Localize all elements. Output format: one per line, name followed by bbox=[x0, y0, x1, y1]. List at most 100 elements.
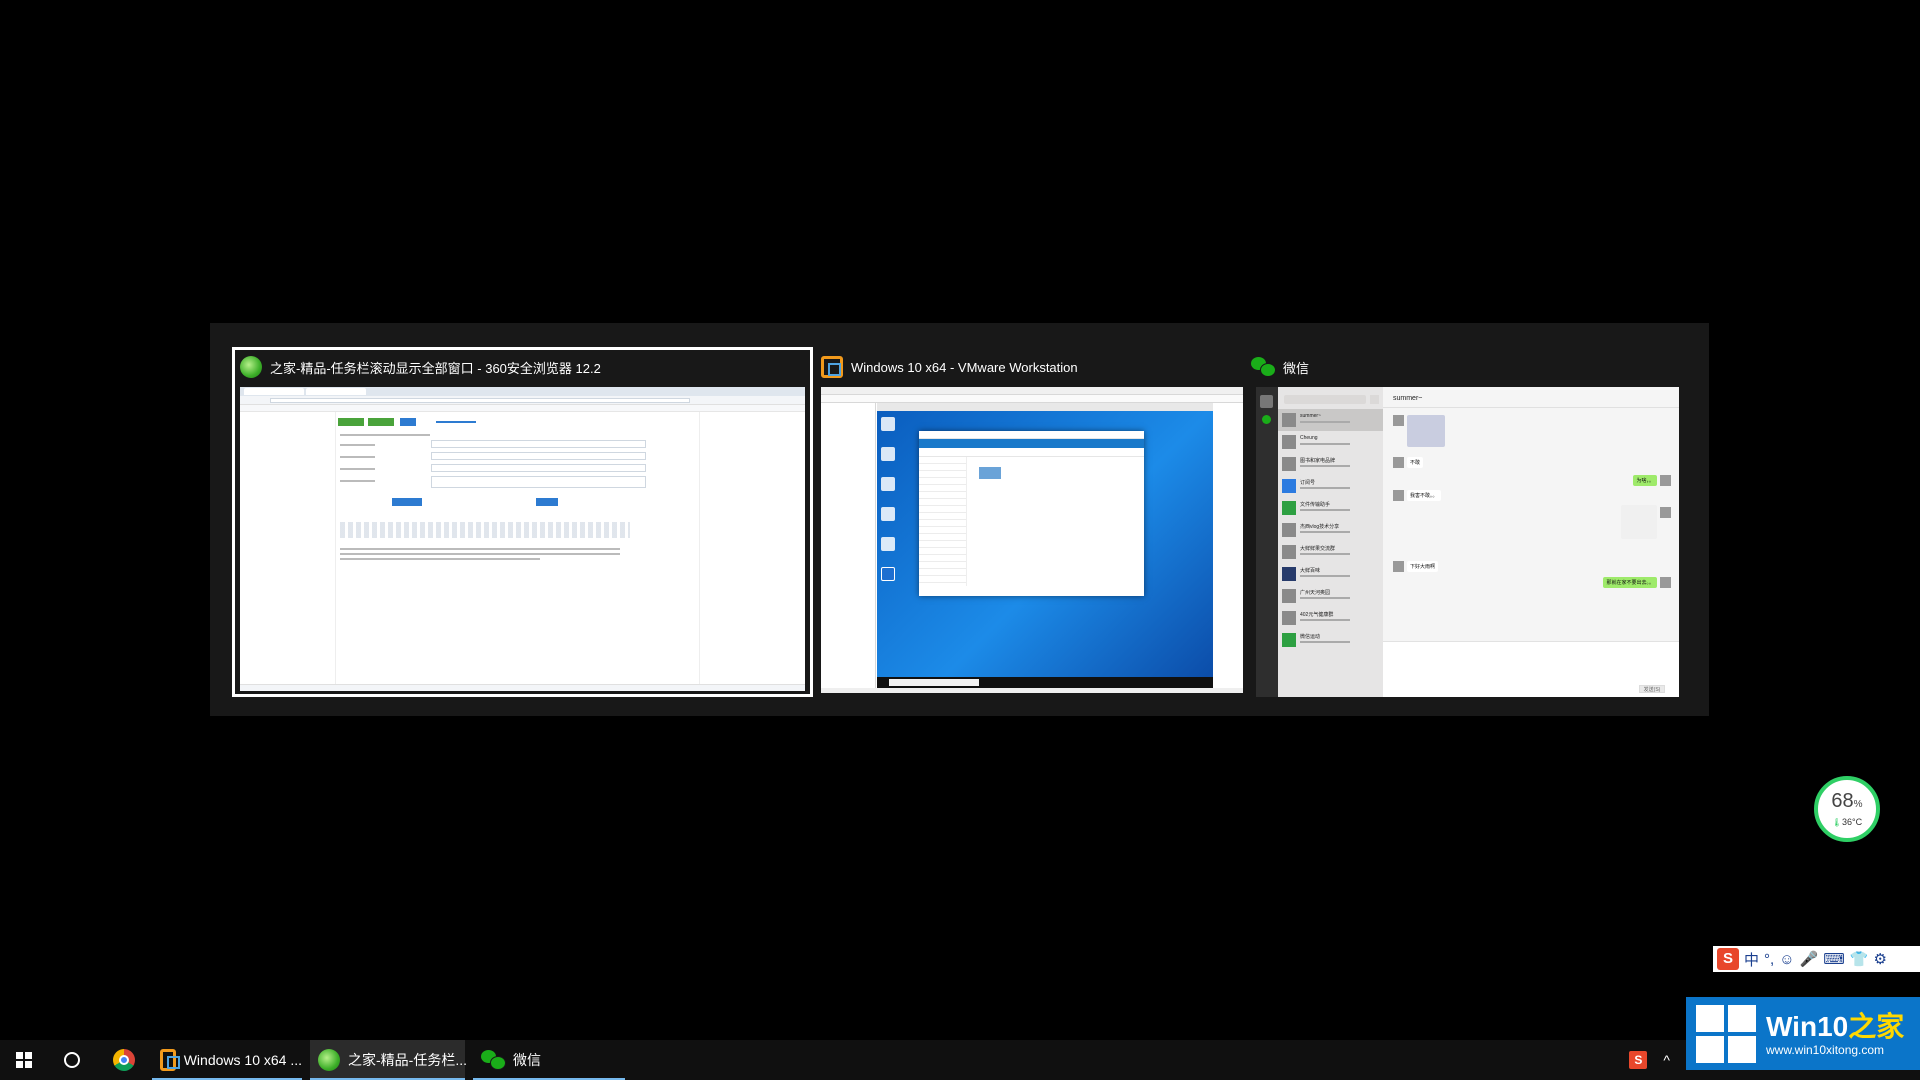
wechat-icon bbox=[481, 1050, 506, 1070]
emoji-icon[interactable]: ☺ bbox=[1779, 951, 1794, 968]
taskbar: Windows 10 x64 ... 之家-精品-任务栏... 微信 S ^ bbox=[0, 1040, 1920, 1080]
contact-name: 文件传输助手 bbox=[1300, 502, 1331, 508]
browser-bookmarks-bar bbox=[240, 405, 805, 412]
windows-logo-icon bbox=[1696, 1004, 1758, 1063]
edge-icon bbox=[881, 567, 895, 581]
avatar bbox=[1393, 457, 1404, 468]
editor-field bbox=[431, 464, 646, 472]
watermark-url: www.win10xitong.com bbox=[1766, 1042, 1885, 1057]
wechat-nav-bar bbox=[1256, 387, 1278, 697]
sogou-icon[interactable]: S bbox=[1717, 948, 1739, 970]
keyboard-icon[interactable]: ⌨ bbox=[1823, 950, 1845, 968]
avatar bbox=[1393, 490, 1404, 501]
skin-icon[interactable]: 👕 bbox=[1850, 950, 1869, 968]
list-item: 402元气健康群 bbox=[1278, 607, 1383, 629]
avatar bbox=[1282, 413, 1296, 427]
editor-field bbox=[431, 476, 646, 488]
list-item: 图书和家电品牌 bbox=[1278, 453, 1383, 475]
contact-name: 订阅号 bbox=[1300, 480, 1316, 486]
cortana-icon bbox=[64, 1052, 80, 1068]
switcher-item-header: 微信 bbox=[1251, 352, 1309, 382]
editor-label bbox=[340, 456, 375, 458]
contact-name: summer~ bbox=[1300, 413, 1321, 419]
avatar bbox=[1660, 475, 1671, 486]
ime-punctuation[interactable]: °, bbox=[1764, 951, 1774, 968]
guest-search-box bbox=[889, 679, 979, 686]
message-bubble: 不敢 bbox=[1407, 457, 1424, 468]
switcher-item-title: 微信 bbox=[1283, 360, 1310, 376]
list-item: Cheung bbox=[1278, 431, 1383, 453]
switcher-item-title: Windows 10 x64 - VMware Workstation bbox=[851, 359, 1078, 375]
switcher-item-title: 之家-精品-任务栏滚动显示全部窗口 - 360安全浏览器 12.2 bbox=[270, 360, 601, 376]
start-button[interactable] bbox=[0, 1040, 48, 1080]
search-input bbox=[1284, 395, 1366, 404]
contact-name: Cheung bbox=[1300, 435, 1318, 441]
list-item: 订阅号 bbox=[1278, 475, 1383, 497]
contact-name: 广州天河奥园 bbox=[1300, 590, 1331, 596]
desktop-icon bbox=[881, 417, 895, 431]
switcher-item-browser[interactable]: 之家-精品-任务栏滚动显示全部窗口 - 360安全浏览器 12.2 bbox=[232, 347, 813, 697]
editor-button bbox=[400, 418, 416, 426]
vmware-icon bbox=[160, 1049, 180, 1071]
taskbar-app-vmware[interactable]: Windows 10 x64 ... bbox=[152, 1040, 302, 1080]
list-item: 微信运动 bbox=[1278, 629, 1383, 651]
desktop-icon bbox=[881, 537, 895, 551]
avatar bbox=[1260, 395, 1273, 408]
show-hidden-icons-button[interactable]: ^ bbox=[1663, 1052, 1670, 1068]
switcher-item-header: 之家-精品-任务栏滚动显示全部窗口 - 360安全浏览器 12.2 bbox=[240, 352, 601, 382]
editor-insert-button bbox=[392, 498, 422, 506]
avatar bbox=[1282, 457, 1296, 471]
vmware-tab-strip bbox=[877, 403, 1213, 411]
contact-name: 大鲜鲜果交流群 bbox=[1300, 546, 1336, 552]
avatar bbox=[1282, 611, 1296, 625]
panda-sticker bbox=[1621, 505, 1657, 539]
wechat-icon bbox=[1251, 357, 1276, 377]
avatar bbox=[1660, 507, 1671, 518]
editor-link bbox=[436, 421, 476, 423]
cortana-button[interactable] bbox=[48, 1040, 96, 1080]
explorer-nav-pane bbox=[919, 457, 967, 586]
hardware-monitor-widget[interactable]: 68% 36°C bbox=[1814, 776, 1880, 842]
vmware-status-bar bbox=[821, 688, 1243, 693]
avatar bbox=[1393, 561, 1404, 572]
windows-icon bbox=[16, 1052, 32, 1068]
ime-mode-chinese[interactable]: 中 bbox=[1744, 949, 1759, 970]
file-explorer-window bbox=[919, 431, 1144, 596]
message-bubble: 那就在家不要出去。。 bbox=[1603, 577, 1657, 588]
360-browser-icon bbox=[318, 1049, 340, 1071]
alt-tab-switcher: 之家-精品-任务栏滚动显示全部窗口 - 360安全浏览器 12.2 Window… bbox=[210, 323, 1709, 716]
list-item: 杰西vlog技术分享 bbox=[1278, 519, 1383, 541]
editor-label bbox=[340, 444, 375, 446]
taskbar-app-label: 之家-精品-任务栏... bbox=[348, 1052, 467, 1068]
message-bubble: 我害不敢。。 bbox=[1407, 490, 1441, 501]
contact-name: 杰西vlog技术分享 bbox=[1300, 524, 1340, 530]
vmware-library-panel bbox=[821, 403, 876, 688]
sogou-tray-icon[interactable]: S bbox=[1629, 1051, 1648, 1069]
list-item: 大鲜鲜果交流群 bbox=[1278, 541, 1383, 563]
settings-icon[interactable]: ⚙ bbox=[1874, 950, 1887, 968]
contact-name: 图书和家电品牌 bbox=[1300, 458, 1336, 464]
taskbar-app-browser[interactable]: 之家-精品-任务栏... bbox=[310, 1040, 467, 1080]
switcher-item-wechat[interactable]: 微信 summer~ Cheung 图书和家电品牌 订阅号 文件传输助手 杰西v… bbox=[1243, 347, 1709, 697]
taskbar-chrome[interactable] bbox=[100, 1040, 148, 1080]
list-item: 广州天河奥园 bbox=[1278, 585, 1383, 607]
desktop-icon bbox=[881, 507, 895, 521]
360-browser-icon bbox=[240, 356, 262, 378]
taskbar-app-wechat[interactable]: 微信 bbox=[473, 1040, 625, 1080]
ime-toolbar[interactable]: S 中 °, ☺ 🎤 ⌨ 👕 ⚙ bbox=[1713, 946, 1920, 972]
add-icon bbox=[1370, 395, 1379, 404]
desktop: 之家-精品-任务栏滚动显示全部窗口 - 360安全浏览器 12.2 Window… bbox=[0, 0, 1920, 1040]
microphone-icon[interactable]: 🎤 bbox=[1800, 950, 1819, 968]
editor-button bbox=[338, 418, 364, 426]
chrome-icon bbox=[113, 1049, 135, 1071]
desktop-icon bbox=[881, 447, 895, 461]
browser-thumbnail bbox=[240, 387, 805, 691]
switcher-item-vmware[interactable]: Windows 10 x64 - VMware Workstation bbox=[813, 347, 1243, 697]
editor-insert-button bbox=[536, 498, 558, 506]
explorer-ribbon bbox=[919, 439, 1144, 448]
avatar bbox=[1393, 415, 1404, 426]
editor-tabs bbox=[340, 434, 430, 436]
wechat-conversation: summer~ 不敢 为啥，。 我害不敢。。 下好大雨啊 那就在家不要出去。。 bbox=[1383, 387, 1679, 697]
message-bubble: 为啥，。 bbox=[1633, 475, 1657, 486]
avatar bbox=[1282, 435, 1296, 449]
